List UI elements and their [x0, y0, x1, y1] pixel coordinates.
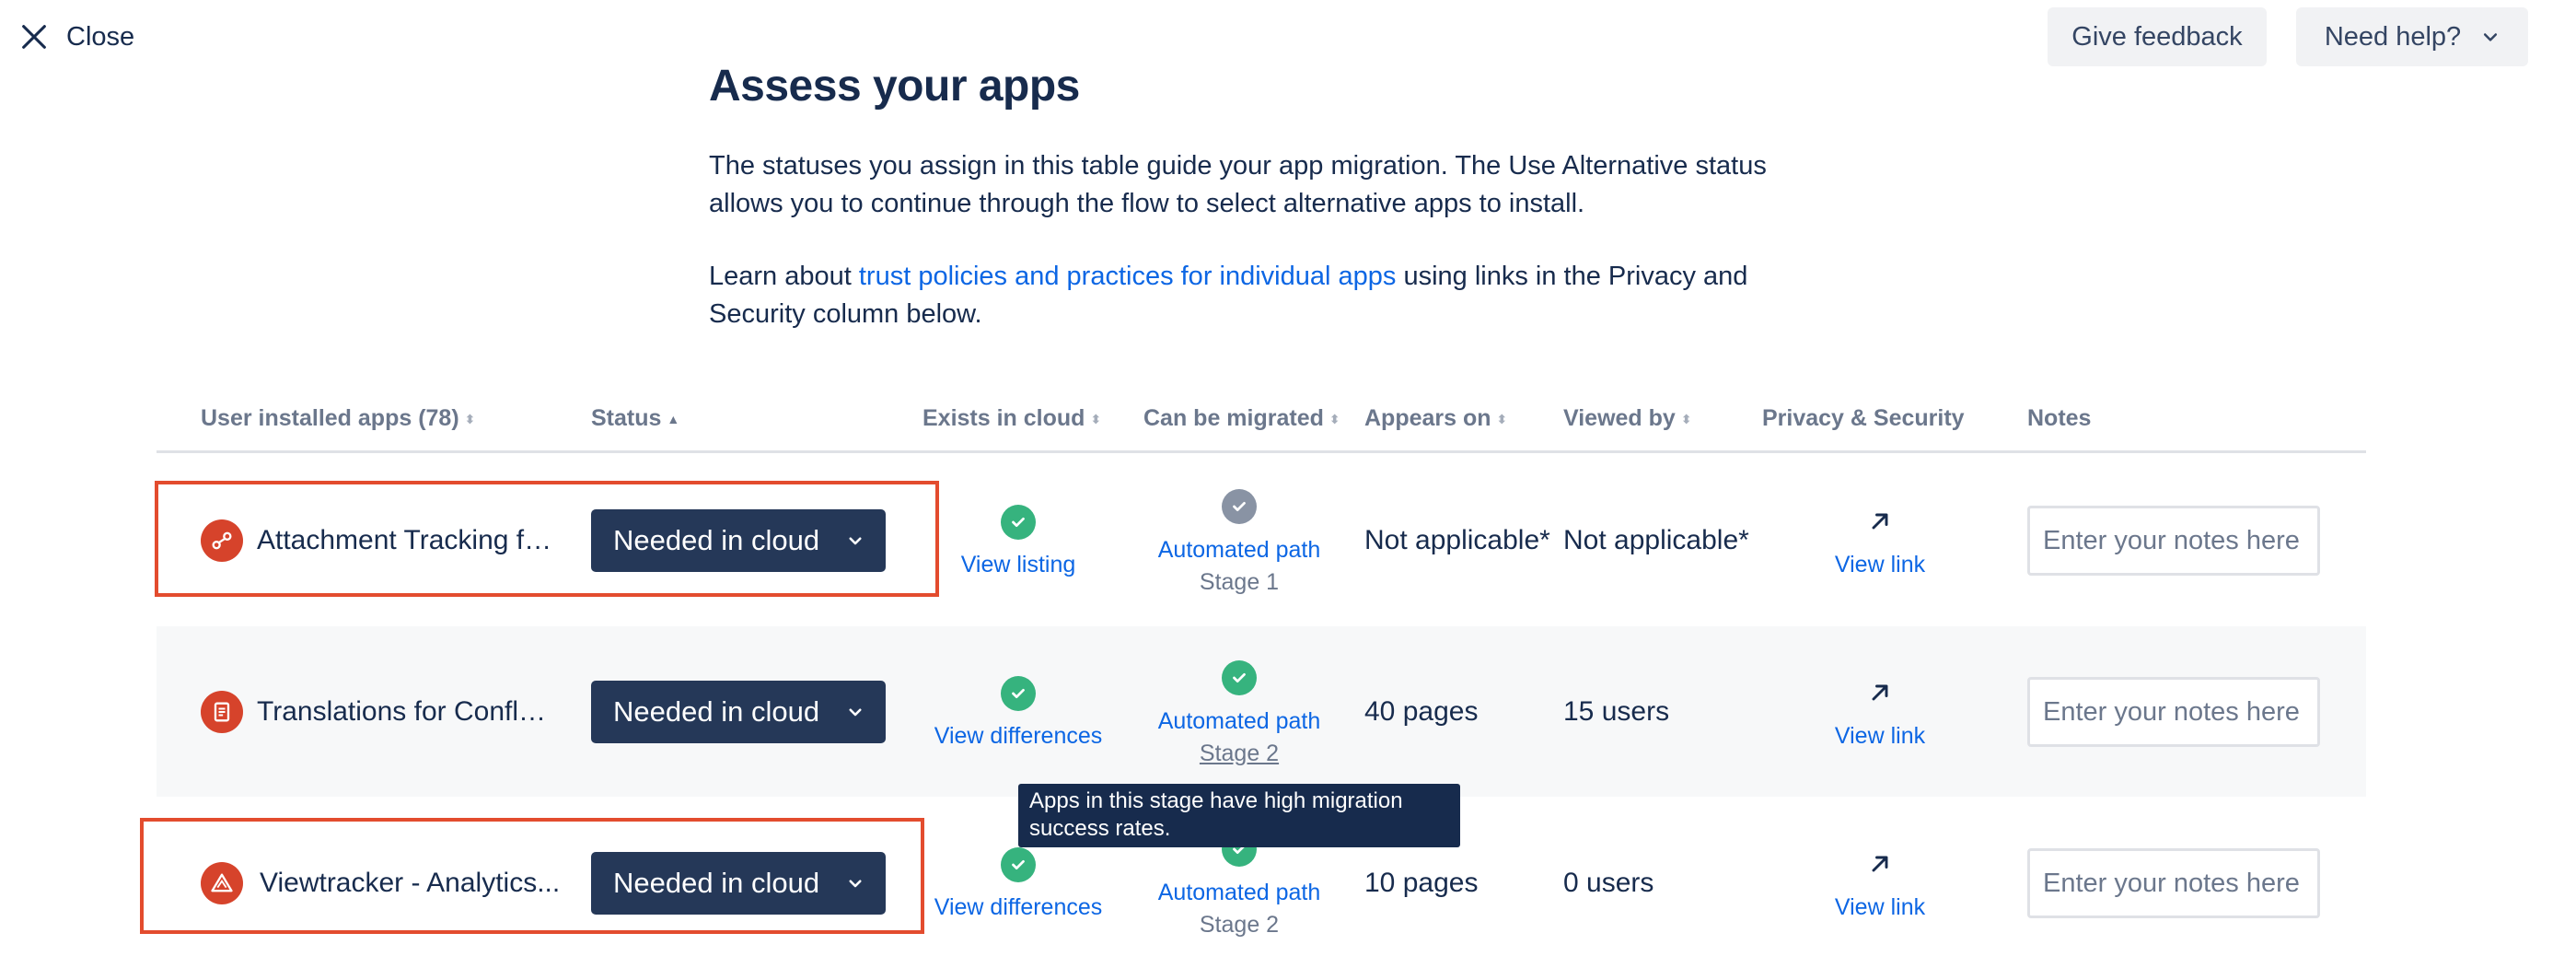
- view-link[interactable]: View link: [1835, 723, 1925, 750]
- check-circle-icon: [1001, 847, 1036, 882]
- appears-on-value: 40 pages: [1364, 696, 1479, 727]
- sort-icon: ⬍: [1329, 411, 1340, 426]
- column-privacy-label: Privacy & Security: [1762, 405, 1965, 431]
- stage-tooltip: Apps in this stage have high migration s…: [1018, 784, 1460, 847]
- status-label: Needed in cloud: [613, 695, 820, 728]
- column-exists-label: Exists in cloud: [922, 405, 1085, 431]
- stage-label: Stage 1: [1199, 569, 1280, 595]
- trust-paragraph: Learn about trust policies and practices…: [709, 258, 1786, 333]
- intro-paragraph: The statuses you assign in this table gu…: [709, 151, 1767, 218]
- appears-on-value: Not applicable*: [1364, 525, 1550, 555]
- close-icon: [22, 25, 46, 49]
- column-appears-on-label: Appears on: [1364, 405, 1491, 431]
- column-appears-on[interactable]: Appears on ⬍: [1364, 405, 1507, 432]
- give-feedback-button[interactable]: Give feedback: [2048, 7, 2267, 66]
- view-link[interactable]: View link: [1835, 552, 1925, 578]
- need-help-label: Need help?: [2324, 21, 2462, 52]
- notes-input[interactable]: [2027, 677, 2320, 747]
- sort-icon: ⬍: [1496, 411, 1508, 426]
- external-arrow-icon[interactable]: [1867, 851, 1893, 877]
- view-differences-link[interactable]: View differences: [934, 894, 1103, 921]
- close-label: Close: [66, 21, 135, 52]
- close-button[interactable]: Close: [18, 17, 134, 57]
- column-migrated-label: Can be migrated: [1143, 405, 1324, 431]
- viewed-by-value: 15 users: [1563, 696, 1670, 727]
- external-arrow-icon[interactable]: [1867, 680, 1893, 706]
- column-notes-label: Notes: [2027, 405, 2092, 431]
- viewed-by-value: Not applicable*: [1563, 525, 1749, 555]
- chevron-down-icon: [2484, 33, 2498, 41]
- column-viewed-by[interactable]: Viewed by ⬍: [1563, 405, 1692, 432]
- viewed-by-value: 0 users: [1563, 868, 1654, 898]
- view-listing-link[interactable]: View listing: [961, 552, 1076, 578]
- column-notes: Notes: [2027, 405, 2091, 432]
- column-apps-label: User installed apps (78): [201, 405, 459, 431]
- page-title: Assess your apps: [709, 62, 1080, 111]
- trust-policies-link[interactable]: trust policies and practices for individ…: [859, 262, 1397, 291]
- check-circle-icon: [1222, 489, 1257, 524]
- app-name[interactable]: Translations for Conflue...: [257, 696, 561, 728]
- external-arrow-icon[interactable]: [1867, 508, 1893, 534]
- column-migrated[interactable]: Can be migrated ⬍: [1143, 405, 1340, 432]
- column-status[interactable]: Status ▲: [591, 405, 679, 432]
- sort-ascending-icon: ▲: [667, 411, 680, 426]
- sort-icon: ⬍: [464, 411, 476, 426]
- chevron-down-icon: [849, 708, 862, 717]
- sort-icon: ⬍: [1090, 411, 1102, 426]
- automated-path-link[interactable]: Automated path: [1158, 880, 1321, 906]
- stage-label: Stage 2: [1199, 912, 1280, 938]
- view-differences-link[interactable]: View differences: [934, 723, 1103, 750]
- view-link[interactable]: View link: [1835, 894, 1925, 921]
- stage-label[interactable]: Stage 2: [1200, 741, 1279, 767]
- document-icon: [214, 702, 230, 722]
- column-viewed-by-label: Viewed by: [1563, 405, 1676, 431]
- notes-input[interactable]: [2027, 848, 2320, 918]
- sort-icon: ⬍: [1680, 411, 1692, 426]
- appears-on-value: 10 pages: [1364, 868, 1479, 898]
- notes-input[interactable]: [2027, 506, 2320, 576]
- app-icon: [201, 691, 243, 733]
- check-circle-icon: [1222, 660, 1257, 695]
- check-circle-icon: [1001, 505, 1036, 540]
- check-circle-icon: [1001, 676, 1036, 711]
- column-status-label: Status: [591, 405, 662, 431]
- column-privacy: Privacy & Security: [1762, 405, 1965, 432]
- column-apps[interactable]: User installed apps (78) ⬍: [201, 405, 475, 432]
- need-help-button[interactable]: Need help?: [2296, 7, 2528, 66]
- automated-path-link[interactable]: Automated path: [1158, 708, 1321, 735]
- automated-path-link[interactable]: Automated path: [1158, 537, 1321, 564]
- table-header-divider: [157, 450, 2366, 453]
- column-exists[interactable]: Exists in cloud ⬍: [922, 405, 1101, 432]
- status-dropdown[interactable]: Needed in cloud: [591, 681, 886, 743]
- trust-prefix: Learn about: [709, 262, 859, 291]
- highlight-box: [155, 481, 939, 597]
- highlight-box: [140, 818, 924, 934]
